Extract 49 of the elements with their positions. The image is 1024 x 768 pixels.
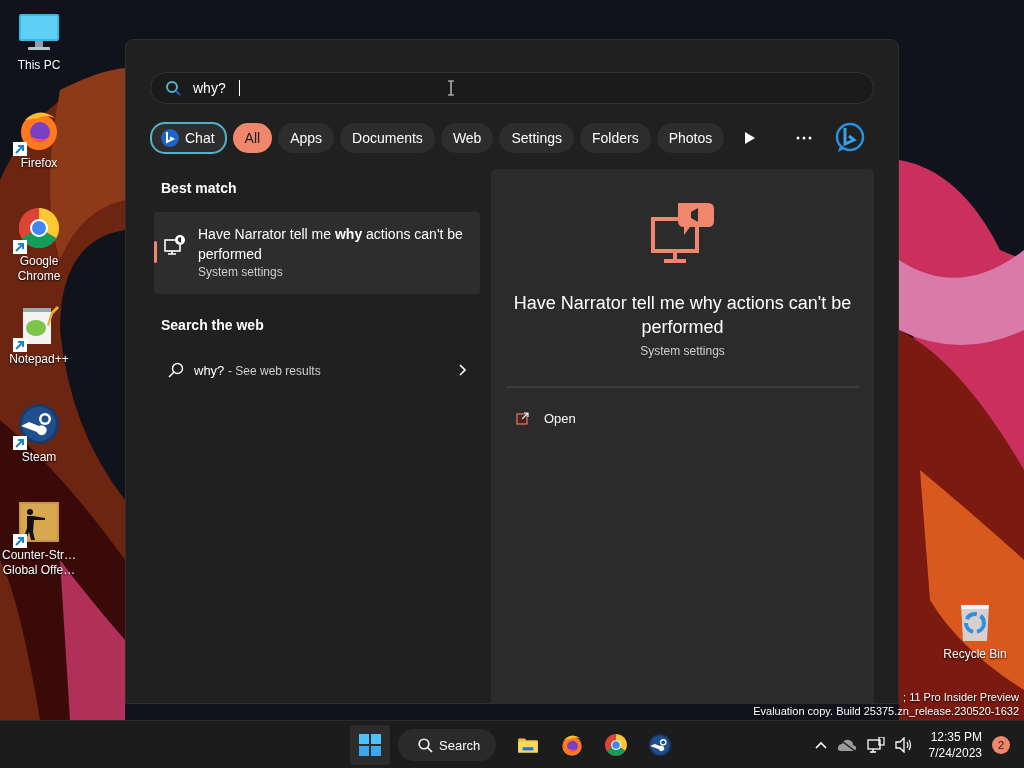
filter-tab[interactable]: Web (440, 123, 494, 153)
filter-tab[interactable]: Photos (656, 123, 725, 153)
open-external-icon (516, 411, 530, 425)
filter-tab[interactable]: Settings (499, 123, 574, 153)
desktop-icon-label[interactable]: This PC (0, 58, 78, 73)
more-icon (796, 136, 812, 140)
result-title: Have Narrator tell me why actions can't be performed (512, 292, 853, 339)
open-action[interactable]: Open (506, 408, 859, 428)
section-heading: Best match (160, 179, 238, 198)
windows-logo-icon (359, 734, 381, 756)
watermark-text: ; 11 Pro Insider Preview (902, 690, 1019, 704)
desktop-icon-label[interactable]: Firefox (0, 156, 78, 171)
web-search-result[interactable]: why? - See web results (154, 352, 480, 388)
filter-tab[interactable]: Apps (278, 123, 335, 153)
speaker-icon[interactable] (894, 737, 913, 753)
chat-button[interactable]: Chat (150, 122, 227, 154)
watermark-text: Evaluation copy. Build 25375.zn_release.230520-1632 (753, 704, 1019, 718)
desktop-icon-label[interactable]: Notepad++ (0, 352, 78, 367)
search-icon (168, 362, 184, 378)
cloud-off-icon[interactable] (836, 738, 857, 752)
desktop-icon-label[interactable]: Google Chrome (0, 254, 78, 284)
desktop-icon-label[interactable]: Counter-Str… Global Offe… (0, 548, 78, 578)
section-heading: Search the web (160, 316, 265, 335)
bing-logo-icon (834, 122, 866, 154)
notification-badge[interactable]: 2 (992, 736, 1010, 754)
monitor-speech-icon (164, 234, 186, 256)
network-icon[interactable] (866, 737, 885, 753)
browser-circle-icon (603, 732, 630, 758)
text-caret (238, 80, 240, 96)
chevron-up-icon[interactable] (814, 741, 827, 749)
search-icon (165, 80, 181, 96)
clock[interactable]: 12:35 PM 7/24/2023 (928, 729, 982, 761)
start-button[interactable] (350, 725, 390, 765)
filter-tab[interactable]: Folders (580, 123, 651, 153)
chevron-right-icon (458, 364, 466, 376)
filter-tab[interactable]: All (232, 123, 273, 153)
desktop-icon-label[interactable]: Recycle Bin (936, 647, 1014, 662)
search-icon (418, 737, 433, 753)
taskbar-search-button[interactable]: Search (398, 729, 497, 761)
search-query: why? (193, 80, 226, 96)
result-subtitle: System settings (640, 344, 725, 358)
best-match-result[interactable]: Have Narrator tell me why actions can't be performed System settings (154, 212, 480, 294)
bing-chat-icon (160, 128, 180, 148)
search-field[interactable]: why? (150, 72, 874, 104)
desktop-icon-label[interactable]: Steam (0, 450, 78, 465)
filter-tab[interactable]: Documents (340, 123, 435, 153)
play-icon (744, 131, 757, 145)
steam-icon (647, 732, 674, 758)
text-cursor-icon (447, 80, 455, 96)
